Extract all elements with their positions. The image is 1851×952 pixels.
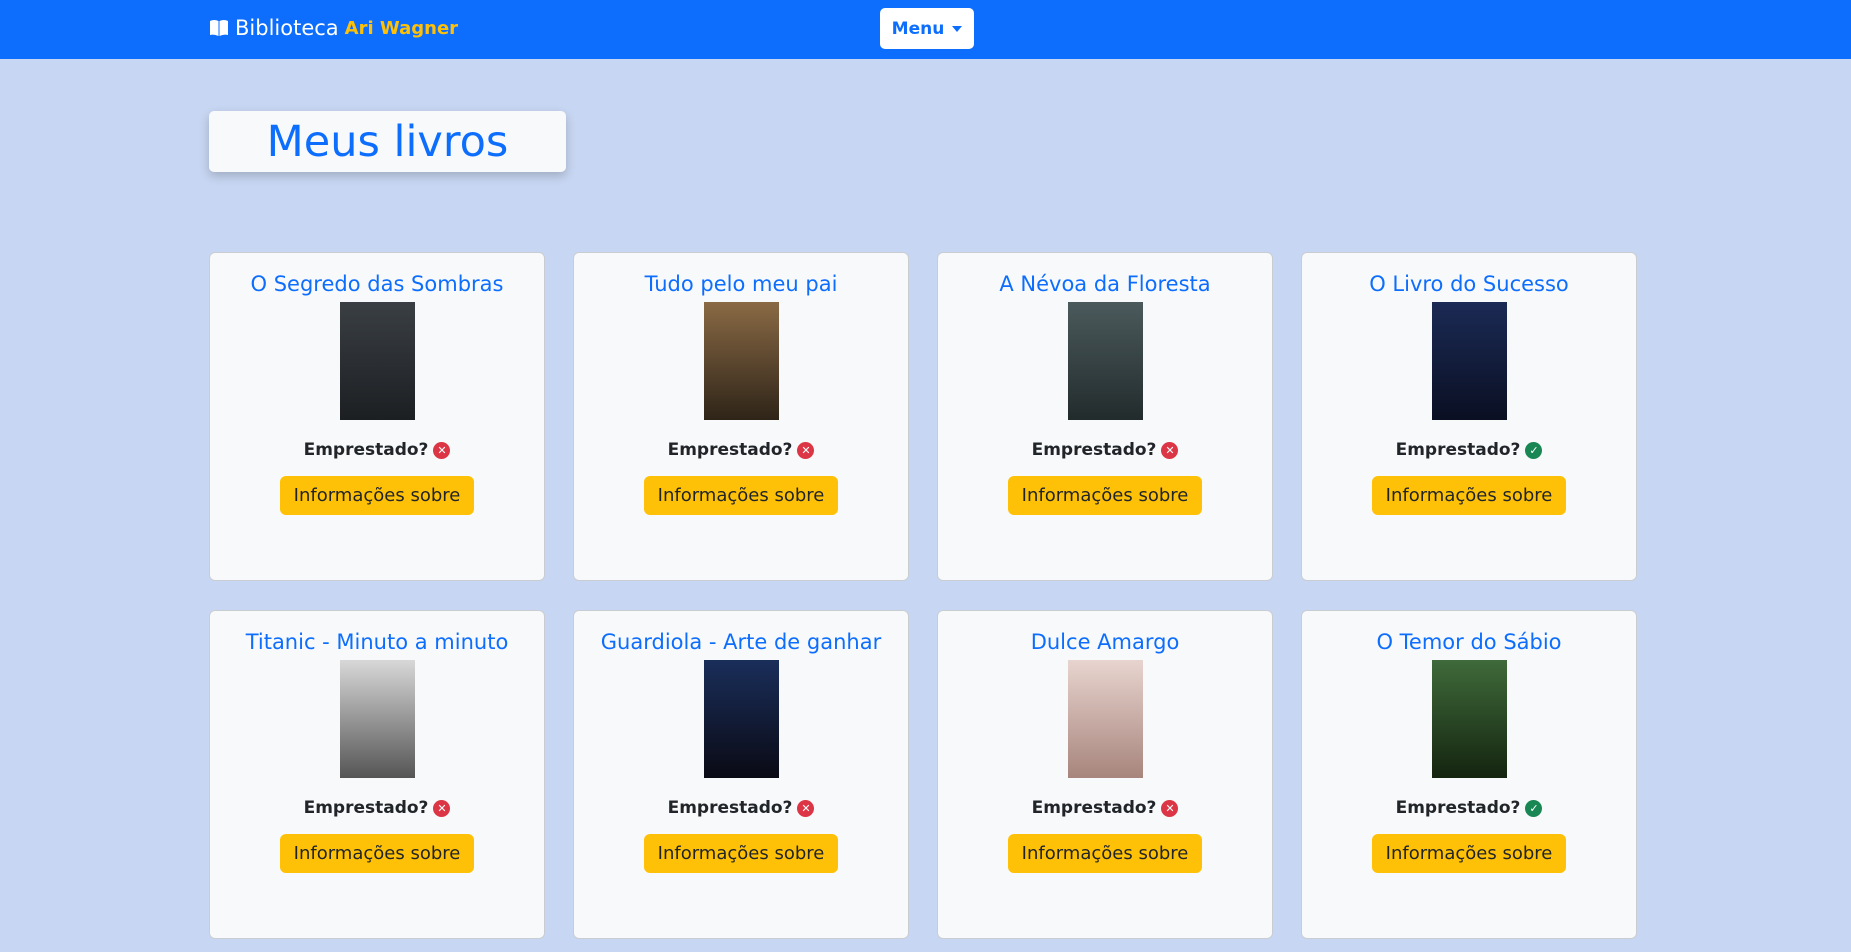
navbar: Biblioteca Ari Wagner Menu	[0, 0, 1851, 59]
book-grid: O Segredo das Sombras Emprestado? ✕ Info…	[209, 252, 1637, 939]
lent-status: Emprestado? ✓	[1396, 440, 1543, 460]
caret-down-icon	[952, 25, 963, 32]
book-title: A Névoa da Floresta	[999, 272, 1211, 296]
menu-dropdown-button[interactable]: Menu	[880, 8, 974, 49]
lent-status: Emprestado? ✕	[1032, 798, 1179, 818]
book-card: O Segredo das Sombras Emprestado? ✕ Info…	[209, 252, 545, 581]
book-cover-image	[339, 302, 415, 420]
lent-status: Emprestado? ✕	[668, 798, 815, 818]
lent-status: Emprestado? ✕	[1032, 440, 1179, 460]
book-cover-image	[1067, 660, 1143, 778]
brand-text: Biblioteca	[235, 16, 339, 40]
book-cover-image	[339, 660, 415, 778]
lent-label: Emprestado?	[667, 798, 793, 818]
book-card: Titanic - Minuto a minuto Emprestado? ✕ …	[209, 610, 545, 939]
page-title: Meus livros	[209, 111, 566, 172]
lent-label: Emprestado?	[1395, 798, 1521, 818]
x-circle-icon: ✕	[433, 441, 451, 459]
info-button[interactable]: Informações sobre	[643, 834, 839, 873]
book-cover-image	[703, 660, 779, 778]
book-card: O Livro do Sucesso Emprestado? ✓ Informa…	[1301, 252, 1637, 581]
book-icon	[210, 20, 228, 36]
x-circle-icon: ✕	[1161, 441, 1179, 459]
book-title: Tudo pelo meu pai	[644, 272, 838, 296]
lent-label: Emprestado?	[1031, 798, 1157, 818]
info-button[interactable]: Informações sobre	[1371, 476, 1567, 515]
check-circle-icon: ✓	[1525, 441, 1543, 459]
lent-status: Emprestado? ✕	[668, 440, 815, 460]
lent-status: Emprestado? ✓	[1396, 798, 1543, 818]
brand-link[interactable]: Biblioteca Ari Wagner	[209, 16, 458, 40]
book-cover-image	[1431, 660, 1507, 778]
book-card: A Névoa da Floresta Emprestado? ✕ Inform…	[937, 252, 1273, 581]
book-title: O Livro do Sucesso	[1369, 272, 1569, 296]
book-card: O Temor do Sábio Emprestado? ✓ Informaçõ…	[1301, 610, 1637, 939]
book-card: Dulce Amargo Emprestado? ✕ Informações s…	[937, 610, 1273, 939]
lent-label: Emprestado?	[1031, 440, 1157, 460]
menu-label: Menu	[891, 18, 945, 39]
x-circle-icon: ✕	[797, 799, 815, 817]
book-card: Guardiola - Arte de ganhar Emprestado? ✕…	[573, 610, 909, 939]
info-button[interactable]: Informações sobre	[1371, 834, 1567, 873]
lent-label: Emprestado?	[303, 798, 429, 818]
info-button[interactable]: Informações sobre	[643, 476, 839, 515]
info-button[interactable]: Informações sobre	[1007, 834, 1203, 873]
book-card: Tudo pelo meu pai Emprestado? ✕ Informaç…	[573, 252, 909, 581]
info-button[interactable]: Informações sobre	[1007, 476, 1203, 515]
x-circle-icon: ✕	[433, 799, 451, 817]
book-title: O Temor do Sábio	[1376, 630, 1562, 654]
x-circle-icon: ✕	[1161, 799, 1179, 817]
book-title: Guardiola - Arte de ganhar	[600, 630, 882, 654]
book-cover-image	[1067, 302, 1143, 420]
x-circle-icon: ✕	[797, 441, 815, 459]
book-title: Dulce Amargo	[1030, 630, 1180, 654]
check-circle-icon: ✓	[1525, 799, 1543, 817]
info-button[interactable]: Informações sobre	[279, 834, 475, 873]
book-title: Titanic - Minuto a minuto	[245, 630, 509, 654]
lent-label: Emprestado?	[1395, 440, 1521, 460]
book-cover-image	[1431, 302, 1507, 420]
lent-status: Emprestado? ✕	[304, 798, 451, 818]
book-cover-image	[703, 302, 779, 420]
book-title: O Segredo das Sombras	[250, 272, 504, 296]
lent-label: Emprestado?	[667, 440, 793, 460]
brand-owner: Ari Wagner	[344, 17, 459, 39]
lent-status: Emprestado? ✕	[304, 440, 451, 460]
lent-label: Emprestado?	[303, 440, 429, 460]
info-button[interactable]: Informações sobre	[279, 476, 475, 515]
